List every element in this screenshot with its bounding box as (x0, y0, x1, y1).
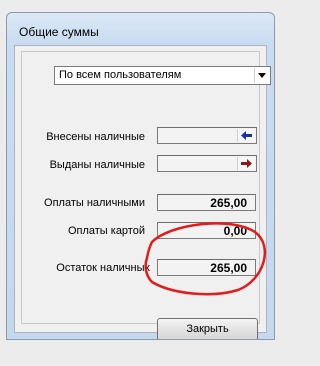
arrow-left-icon (241, 131, 252, 140)
cash-payments-label: Оплаты наличными (44, 197, 145, 209)
chevron-down-icon[interactable] (254, 68, 269, 83)
user-filter-value: По всем пользователям (59, 69, 182, 81)
cash-in-field (157, 127, 257, 144)
close-button[interactable]: Закрыть (157, 318, 258, 339)
title-bar[interactable]: Общие суммы (7, 13, 274, 45)
cash-in-label: Внесены наличные (46, 131, 145, 143)
card-payments-field: 0,00 (157, 222, 256, 239)
cash-balance-label: Остаток наличных (56, 262, 150, 274)
cash-balance-value: 265,00 (210, 261, 247, 275)
card-payments-value: 0,00 (223, 224, 247, 238)
arrow-right-icon (241, 159, 252, 168)
window-title: Общие суммы (19, 25, 99, 39)
cash-out-button[interactable] (237, 157, 255, 170)
cash-payments-value: 265,00 (210, 196, 247, 210)
totals-window: Общие суммы По всем пользователям Внесен… (6, 12, 275, 340)
totals-panel (21, 51, 260, 324)
cash-payments-field: 265,00 (157, 194, 256, 211)
card-payments-label: Оплаты картой (67, 225, 145, 237)
cash-in-button[interactable] (237, 129, 255, 142)
window-client-area: По всем пользователям Внесены наличные В… (14, 45, 271, 339)
cash-out-field (157, 155, 257, 172)
cash-balance-field: 265,00 (157, 259, 256, 276)
cash-out-label: Выданы наличные (49, 159, 145, 171)
user-filter-select[interactable]: По всем пользователям (54, 66, 271, 85)
